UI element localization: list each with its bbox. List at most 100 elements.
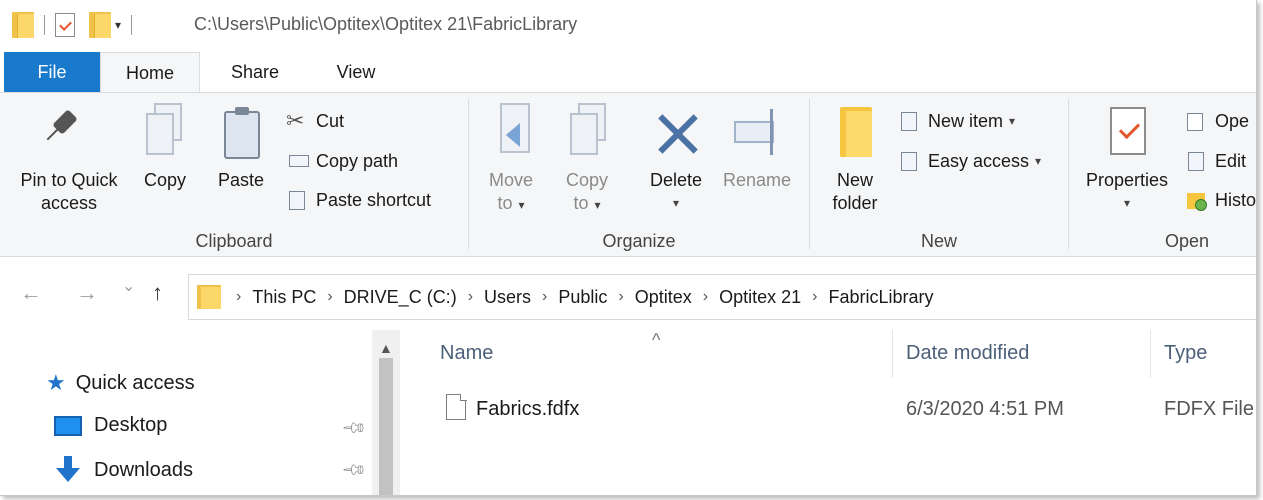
breadcrumb-separator[interactable]: › — [542, 288, 547, 306]
pin-icon: 📌︎ — [340, 415, 367, 442]
new-item-icon — [898, 110, 920, 132]
tab-home[interactable]: Home — [100, 52, 200, 93]
delete-x-icon — [653, 103, 699, 161]
clipboard-group-label: Clipboard — [195, 231, 273, 251]
column-divider[interactable] — [1150, 330, 1151, 378]
up-arrow-icon[interactable]: ↑ — [152, 280, 163, 306]
column-header-date-modified[interactable]: Date modified — [906, 342, 1029, 365]
history-label: Histo — [1215, 190, 1257, 210]
tab-file[interactable]: File — [4, 52, 100, 92]
navigation-pane: ★ Quick access Desktop 📌︎ Downloads 📌︎ ▲ — [0, 330, 400, 495]
copy-path-button[interactable]: Copy path — [286, 147, 398, 175]
copy-to-button[interactable]: Copy to ▾ — [559, 103, 615, 217]
easy-access-label: Easy access — [928, 151, 1030, 171]
edit-icon — [1185, 150, 1207, 172]
breadcrumb-separator[interactable]: › — [703, 288, 708, 306]
breadcrumb-separator[interactable]: › — [618, 288, 623, 306]
tab-share[interactable]: Share — [215, 52, 295, 92]
new-folder-icon[interactable] — [89, 12, 111, 38]
window-title: C:\Users\Public\Optitex\Optitex 21\Fabri… — [194, 14, 578, 34]
column-header-type[interactable]: Type — [1164, 342, 1207, 365]
breadcrumb-public[interactable]: Public — [558, 287, 607, 308]
forward-arrow-icon[interactable]: → — [76, 280, 98, 306]
breadcrumb-separator[interactable]: › — [236, 288, 241, 306]
scrollbar-thumb[interactable] — [379, 358, 393, 495]
star-icon: ★ — [46, 370, 66, 395]
delete-button[interactable]: Delete ▾ — [645, 103, 707, 215]
title-bar: ▾ C:\Users\Public\Optitex\Optitex 21\Fab… — [0, 0, 1256, 50]
column-header-name[interactable]: Name — [440, 342, 493, 365]
paste-button[interactable]: Paste — [208, 103, 274, 192]
recent-locations-icon[interactable]: ⌄ — [122, 276, 135, 296]
back-arrow-icon[interactable]: ← — [20, 280, 42, 306]
rename-button[interactable]: Rename — [717, 103, 797, 192]
clipboard-group: Pin to Quick access Copy Paste ✂ Cut Cop… — [0, 93, 468, 256]
breadcrumb-drive-c[interactable]: DRIVE_C (C:) — [344, 287, 457, 308]
qat-divider — [131, 15, 133, 35]
nav-item-downloads[interactable]: Downloads — [54, 456, 193, 484]
copy-icon — [142, 103, 188, 161]
properties-dropdown-icon[interactable]: ▾ — [1079, 192, 1175, 215]
breadcrumb-this-pc[interactable]: This PC — [252, 287, 316, 308]
new-group-label: New — [920, 231, 957, 251]
paste-shortcut-button[interactable]: Paste shortcut — [286, 186, 431, 214]
scissors-icon: ✂ — [286, 108, 305, 133]
clipboard-icon — [218, 103, 264, 161]
open-button[interactable]: Ope — [1185, 107, 1249, 135]
cut-button[interactable]: ✂ Cut — [286, 107, 344, 135]
breadcrumb-separator[interactable]: › — [468, 288, 473, 306]
new-folder-button[interactable]: New folder — [824, 103, 886, 215]
qat-dropdown-icon[interactable]: ▾ — [115, 18, 121, 32]
nav-item-label: Quick access — [75, 371, 195, 394]
breadcrumb-separator[interactable]: › — [812, 288, 817, 306]
cut-label: Cut — [316, 111, 345, 131]
copy-to-icon — [564, 103, 610, 161]
pin-label-line1: Pin to Quick — [20, 170, 118, 190]
breadcrumb-optitex-21[interactable]: Optitex 21 — [719, 287, 801, 308]
new-folder-icon — [832, 103, 878, 161]
ribbon-tabs: File Home Share View — [0, 52, 1256, 93]
edit-button[interactable]: Edit — [1185, 147, 1246, 175]
move-to-button[interactable]: Move to ▾ — [483, 103, 539, 217]
new-item-button[interactable]: New item ▾ — [898, 107, 1015, 135]
copy-path-icon — [286, 150, 309, 172]
breadcrumb-optitex[interactable]: Optitex — [635, 287, 692, 308]
file-explorer-window: ▾ C:\Users\Public\Optitex\Optitex 21\Fab… — [0, 0, 1257, 496]
breadcrumb-fabriclibrary[interactable]: FabricLibrary — [828, 287, 933, 308]
file-date-modified: 6/3/2020 4:51 PM — [906, 398, 1064, 420]
open-group-label: Open — [1164, 231, 1210, 251]
copy-path-label: Copy path — [316, 151, 399, 171]
address-bar-row: ← → ⌄ ↑ › This PC › DRIVE_C (C:) › Users… — [0, 268, 1256, 320]
nav-pane-scrollbar[interactable]: ▲ — [372, 330, 400, 495]
properties-icon[interactable] — [55, 13, 75, 37]
pin-to-quick-access-button[interactable]: Pin to Quick access — [6, 103, 132, 215]
open-icon — [1185, 110, 1207, 132]
copy-to-label-line2: to ▾ — [573, 193, 601, 213]
breadcrumb-users[interactable]: Users — [484, 287, 531, 308]
delete-label: Delete — [649, 170, 703, 190]
nav-item-quick-access[interactable]: ★ Quick access — [46, 370, 195, 396]
desktop-icon — [54, 415, 82, 436]
pin-icon: 📌︎ — [340, 457, 367, 484]
move-to-label-line2: to ▾ — [497, 193, 525, 213]
scroll-up-icon[interactable]: ▲ — [379, 340, 393, 356]
properties-button[interactable]: Properties ▾ — [1079, 103, 1175, 215]
history-button[interactable]: Histo — [1185, 186, 1256, 214]
open-group: Properties ▾ Ope Edit Histo Open — [1069, 93, 1256, 256]
address-bar[interactable]: › This PC › DRIVE_C (C:) › Users › Publi… — [188, 274, 1256, 320]
folder-icon — [197, 285, 221, 309]
sort-ascending-icon: ^ — [652, 330, 661, 350]
new-group: New folder New item ▾ Easy access ▾ New — [810, 93, 1068, 256]
delete-dropdown-icon[interactable]: ▾ — [645, 192, 707, 215]
pin-icon — [46, 103, 92, 161]
easy-access-button[interactable]: Easy access ▾ — [898, 147, 1041, 175]
copy-button[interactable]: Copy — [138, 103, 192, 192]
properties-label: Properties — [1085, 170, 1169, 190]
breadcrumb-separator[interactable]: › — [327, 288, 332, 306]
file-type: FDFX File — [1164, 398, 1254, 420]
file-row[interactable]: Fabrics.fdfx 6/3/2020 4:51 PM FDFX File — [402, 388, 1256, 428]
tab-view[interactable]: View — [316, 52, 396, 92]
new-item-label: New item — [928, 111, 1004, 131]
nav-item-desktop[interactable]: Desktop — [54, 414, 167, 437]
column-divider[interactable] — [892, 330, 893, 378]
